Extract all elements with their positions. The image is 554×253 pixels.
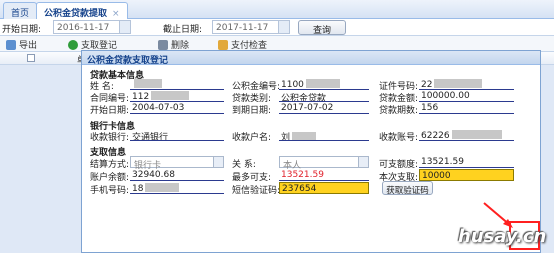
annotation-arrow	[483, 202, 513, 228]
watermark: husay.cn	[458, 226, 547, 247]
